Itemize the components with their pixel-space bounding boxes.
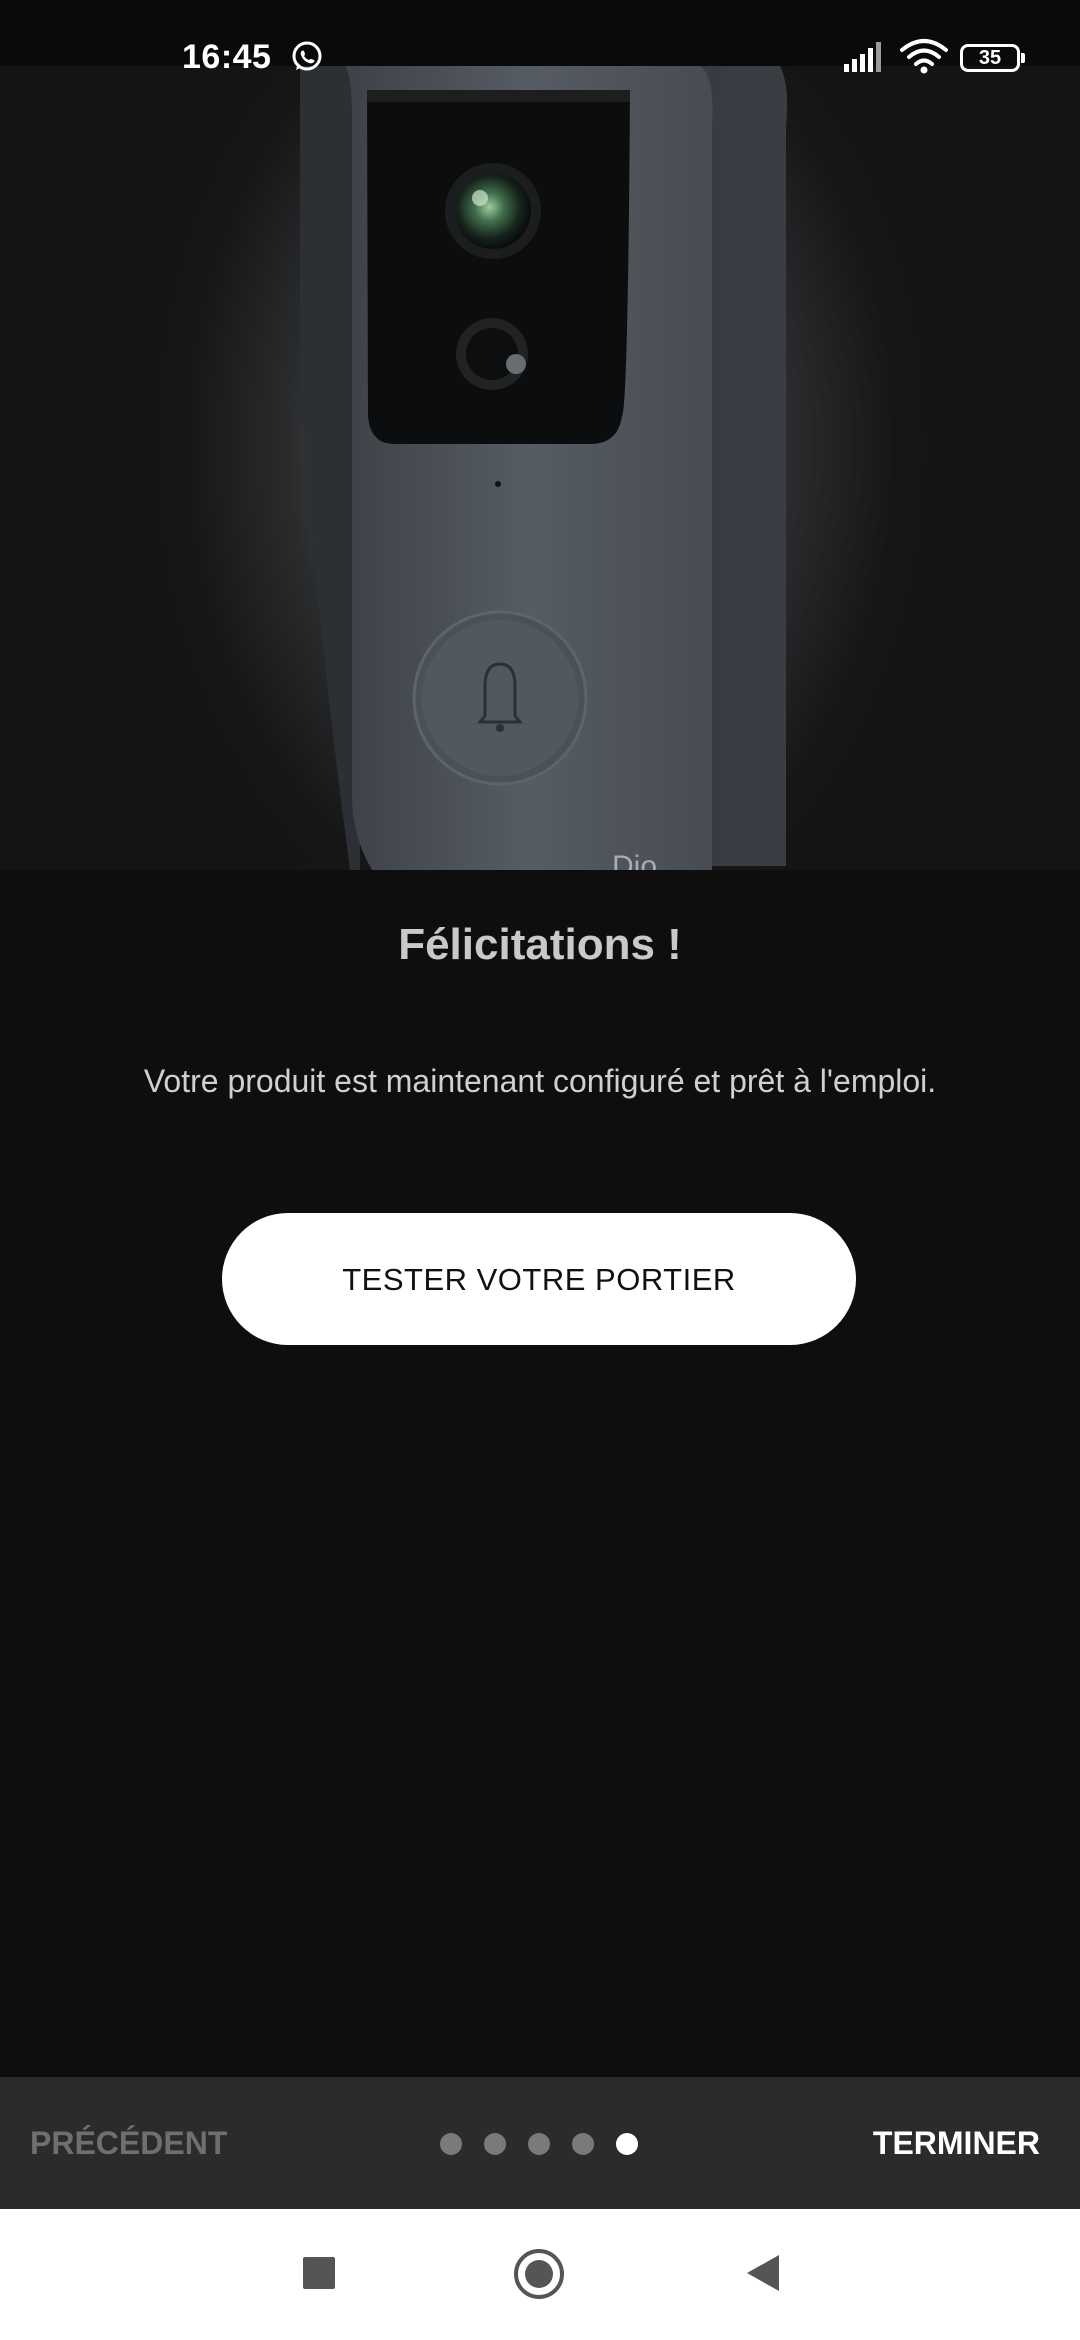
wizard-navigation-bar: PRÉCÉDENT TERMINER [0, 2077, 1080, 2209]
battery-indicator: 35 [960, 44, 1025, 72]
product-image: Dio [0, 66, 1080, 870]
previous-button[interactable]: PRÉCÉDENT [30, 2077, 227, 2209]
status-bar: 16:45 35 [0, 0, 1080, 76]
whatsapp-icon [292, 41, 322, 71]
status-time: 16:45 [182, 38, 272, 76]
step-dot-5-active [616, 2133, 638, 2155]
brand-logo-text: Dio [612, 850, 657, 870]
recent-apps-icon[interactable] [303, 2257, 335, 2289]
cell-signal-icon [844, 42, 881, 72]
step-dot-4 [572, 2133, 594, 2155]
finish-button[interactable]: TERMINER [873, 2077, 1040, 2209]
doorbell-illustration: Dio [300, 66, 788, 870]
step-dot-1 [440, 2133, 462, 2155]
page-title: Félicitations ! [398, 920, 682, 969]
step-indicator [440, 2133, 638, 2155]
step-dot-3 [528, 2133, 550, 2155]
back-icon[interactable] [745, 2253, 781, 2293]
home-icon[interactable] [514, 2249, 564, 2299]
test-doorbell-button[interactable]: TESTER VOTRE PORTIER [222, 1213, 856, 1345]
step-dot-2 [484, 2133, 506, 2155]
page-subtitle: Votre produit est maintenant configuré e… [143, 1063, 937, 1099]
app-screen: 16:45 35 Dio Félicitations ! Votre produ… [0, 0, 1080, 2340]
wifi-icon [900, 39, 948, 74]
system-navigation-bar [0, 2209, 1080, 2340]
